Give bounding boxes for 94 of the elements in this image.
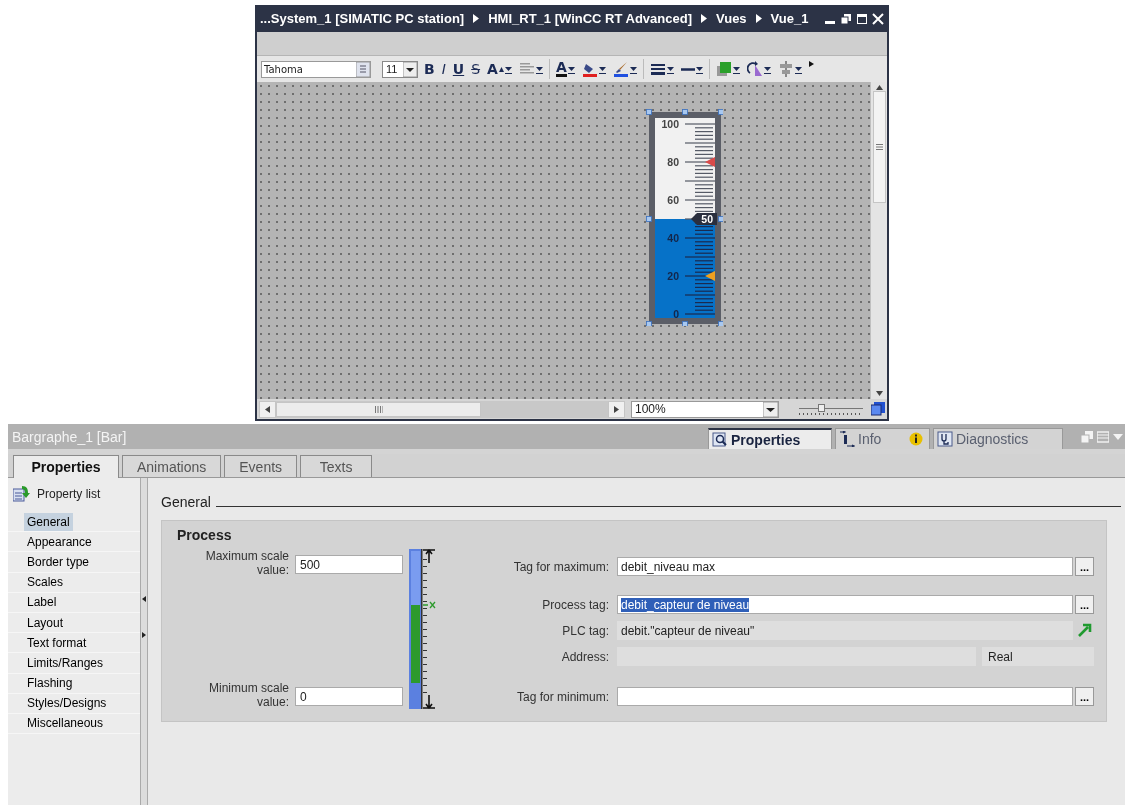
breadcrumb-item[interactable]: Vues bbox=[716, 11, 747, 26]
field-label: PLC tag: bbox=[561, 623, 609, 638]
italic-button[interactable]: I bbox=[440, 58, 447, 80]
breadcrumb-item[interactable]: ...System_1 [SIMATIC PC station] bbox=[260, 11, 465, 26]
tab[interactable]: Animations bbox=[122, 455, 222, 477]
brush-icon bbox=[612, 61, 629, 77]
view-tab[interactable]: Properties bbox=[708, 428, 832, 449]
tag-field[interactable] bbox=[617, 687, 1073, 706]
field-value: debit_capteur de niveau bbox=[621, 597, 750, 612]
left-arrow-icon bbox=[264, 405, 271, 413]
maximize-icon[interactable] bbox=[856, 12, 868, 25]
line-width-icon bbox=[649, 61, 666, 77]
font-size-field[interactable]: 11 bbox=[382, 60, 418, 78]
group-title: Process bbox=[177, 527, 233, 543]
scroll-left-button[interactable] bbox=[259, 400, 276, 418]
slider-thumb[interactable] bbox=[818, 404, 826, 412]
close-icon[interactable] bbox=[872, 12, 884, 25]
selection-handle[interactable] bbox=[718, 109, 723, 115]
zoom-field[interactable]: 100% bbox=[631, 400, 779, 418]
tab[interactable]: Texts bbox=[300, 455, 373, 477]
selection-handle[interactable] bbox=[646, 109, 652, 115]
field-value: debit_niveau max bbox=[621, 559, 716, 574]
data-type-field: Real bbox=[982, 647, 1094, 666]
grip-icon bbox=[875, 144, 883, 150]
vertical-scrollbar[interactable] bbox=[870, 82, 887, 399]
breadcrumb-item[interactable]: HMI_RT_1 [WinCC RT Advanced] bbox=[488, 11, 692, 26]
field-label: Tag for minimum: bbox=[515, 689, 609, 704]
stethoscope-icon bbox=[937, 431, 953, 447]
tab[interactable]: Events bbox=[224, 455, 298, 477]
tab[interactable]: Properties bbox=[13, 455, 119, 478]
magnifier-icon bbox=[712, 431, 728, 448]
property-list-button[interactable]: Property list bbox=[8, 486, 140, 512]
nav-item[interactable]: General bbox=[8, 512, 140, 533]
bold-button[interactable]: B bbox=[423, 58, 436, 80]
view-tab[interactable]: Info bbox=[835, 428, 930, 449]
browse-button[interactable]: ... bbox=[1075, 687, 1094, 706]
dropdown-icon[interactable] bbox=[403, 61, 417, 77]
breadcrumb-arrow-icon bbox=[755, 14, 762, 23]
view-tab[interactable]: Diagnostics bbox=[933, 428, 1063, 449]
scale-label: 100 bbox=[661, 118, 679, 130]
breadcrumb-arrow-icon bbox=[473, 14, 480, 23]
horizontal-scrollbar[interactable] bbox=[259, 400, 625, 418]
selection-handle[interactable] bbox=[682, 109, 688, 115]
breadcrumb-item[interactable]: Vue_1 bbox=[770, 11, 809, 26]
tag-field[interactable]: debit_niveau max bbox=[617, 557, 1073, 576]
align-objects-icon bbox=[777, 61, 794, 77]
breadcrumb-arrow-icon bbox=[701, 14, 707, 23]
rotate-icon bbox=[746, 61, 763, 77]
browse-button[interactable]: ... bbox=[1075, 595, 1094, 614]
field-label: Process tag: bbox=[541, 597, 609, 612]
max-scale-field[interactable]: 500 bbox=[295, 555, 403, 574]
selection-handle[interactable] bbox=[682, 321, 688, 326]
field-label: Maximum scale value: bbox=[204, 549, 289, 577]
scale-label: 60 bbox=[667, 194, 679, 206]
font-color-button[interactable]: A bbox=[554, 58, 576, 80]
plc-tag-field: debit."capteur de niveau" bbox=[617, 621, 1073, 640]
grow-button[interactable]: A bbox=[486, 58, 513, 80]
field-label: Address: bbox=[560, 649, 609, 664]
restore-icon[interactable] bbox=[840, 12, 852, 25]
scale-label: 0 bbox=[673, 308, 679, 320]
more-arrow-icon bbox=[808, 61, 814, 67]
value-indicator bbox=[691, 213, 717, 225]
field-label: Minimum scale value: bbox=[208, 681, 289, 709]
grip-icon bbox=[374, 405, 383, 413]
selection-handle[interactable] bbox=[718, 321, 723, 326]
strike-button[interactable]: S bbox=[470, 58, 482, 80]
line-style-icon bbox=[680, 67, 695, 71]
tag-field[interactable]: debit_capteur de niveau bbox=[617, 595, 1073, 614]
dropdown-icon[interactable] bbox=[763, 401, 778, 417]
fill-pattern-icon bbox=[715, 61, 732, 77]
info-arrows-icon bbox=[839, 431, 855, 447]
paint-bucket-icon bbox=[581, 61, 598, 77]
font-field[interactable]: Tahoma bbox=[261, 60, 371, 78]
right-arrow-icon bbox=[613, 405, 620, 413]
overview-icon[interactable] bbox=[871, 402, 885, 416]
min-scale-field[interactable]: 0 bbox=[295, 687, 403, 706]
scroll-down-icon bbox=[875, 390, 883, 397]
browse-button[interactable]: ... bbox=[1075, 557, 1094, 576]
scale-label: 80 bbox=[667, 156, 679, 168]
underline-button[interactable]: U bbox=[451, 58, 466, 80]
scale-label: 40 bbox=[667, 232, 679, 244]
inspector-title: Bargraphe_1 [Bar] bbox=[12, 428, 127, 445]
value-label: 50 bbox=[701, 213, 713, 225]
list-arrow-icon bbox=[13, 486, 31, 502]
scroll-right-button[interactable] bbox=[608, 400, 625, 418]
caret-icon bbox=[498, 66, 504, 72]
selection-handle[interactable] bbox=[646, 321, 652, 326]
align-text-icon bbox=[518, 61, 535, 77]
scale-label: 20 bbox=[667, 270, 679, 282]
field-label: Tag for maximum: bbox=[512, 559, 609, 574]
expand-right-icon[interactable] bbox=[142, 631, 146, 638]
section-title: General bbox=[161, 494, 211, 510]
collapse-left-icon[interactable] bbox=[142, 595, 146, 602]
selection-handle[interactable] bbox=[646, 216, 652, 222]
